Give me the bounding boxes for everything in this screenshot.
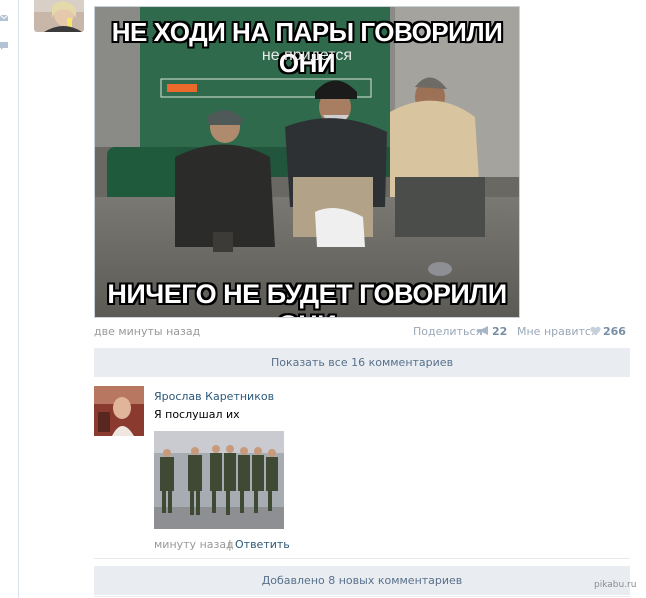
post-timestamp[interactable]: две минуты назад xyxy=(94,325,200,338)
comment-timestamp[interactable]: минуту назад xyxy=(154,538,234,551)
mail-icon[interactable] xyxy=(0,14,8,22)
bottom-divider xyxy=(94,596,630,597)
like-button[interactable]: Мне нравится xyxy=(517,325,598,338)
new-comments-button[interactable]: Добавлено 8 новых комментариев xyxy=(94,566,630,595)
share-count: 22 xyxy=(492,325,508,338)
soldiers-photo xyxy=(154,431,284,529)
pikabu-watermark: pikabu.ru xyxy=(594,580,637,590)
show-all-comments-button[interactable]: Показать все 16 комментариев xyxy=(94,348,630,377)
megaphone-icon[interactable] xyxy=(477,325,491,336)
comment-text: Я послушал их xyxy=(154,408,240,421)
comment-divider xyxy=(94,558,630,559)
share-button[interactable]: Поделиться xyxy=(413,325,482,338)
meme-bottom-caption: НИЧЕГО НЕ БУДЕТ ГОВОРИЛИ ОНИ xyxy=(107,279,507,317)
post-image[interactable]: НЕ ХОДИ НА ПАРЫ ГОВОРИЛИ ОНИ не придется… xyxy=(94,6,520,318)
comment-author-avatar[interactable] xyxy=(94,386,144,436)
heart-icon[interactable] xyxy=(590,326,601,336)
meme-sub-caption: не придется xyxy=(261,47,353,64)
reply-link[interactable]: Ответить xyxy=(235,538,290,551)
comment-icon[interactable] xyxy=(0,42,8,50)
like-count: 266 xyxy=(603,325,626,338)
post-author-avatar[interactable] xyxy=(34,0,84,32)
comment-author-name[interactable]: Ярослав Каретников xyxy=(154,390,274,403)
comment-action-separator: | xyxy=(228,538,232,551)
left-sidebar-strip xyxy=(0,0,19,598)
comment-attached-image[interactable] xyxy=(154,431,284,529)
